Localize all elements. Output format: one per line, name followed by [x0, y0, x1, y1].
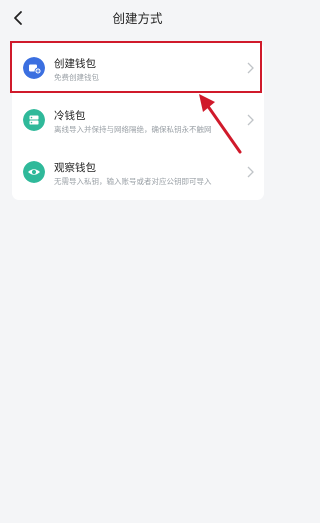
- eye-icon: [23, 161, 45, 183]
- option-watch-wallet[interactable]: 观察钱包 无需导入私钥，输入账号或者对应公钥即可导入: [12, 146, 264, 198]
- cold-wallet-icon: [23, 109, 45, 131]
- option-description: 免费创建钱包: [54, 73, 99, 82]
- page-title: 创建方式: [112, 11, 163, 26]
- option-cold-wallet[interactable]: 冷钱包 离线导入并保持与网络隔绝，确保私钥永不触网: [12, 94, 264, 146]
- wallet-options-card: 创建钱包 免费创建钱包 冷钱包 离线导入并保持与网络隔绝，确保私钥永不触网 观察…: [12, 42, 264, 200]
- option-description: 离线导入并保持与网络隔绝，确保私钥永不触网: [54, 125, 212, 134]
- wallet-icon: [23, 57, 45, 79]
- chevron-right-icon: [247, 62, 254, 74]
- option-name: 冷钱包: [54, 110, 86, 122]
- option-create-wallet[interactable]: 创建钱包 免费创建钱包: [12, 42, 264, 94]
- option-description: 无需导入私钥，输入账号或者对应公钥即可导入: [54, 177, 212, 186]
- option-name: 创建钱包: [54, 58, 96, 70]
- chevron-right-icon: [247, 114, 254, 126]
- chevron-right-icon: [247, 166, 254, 178]
- header: 创建方式: [0, 0, 275, 36]
- option-name: 观察钱包: [54, 162, 96, 174]
